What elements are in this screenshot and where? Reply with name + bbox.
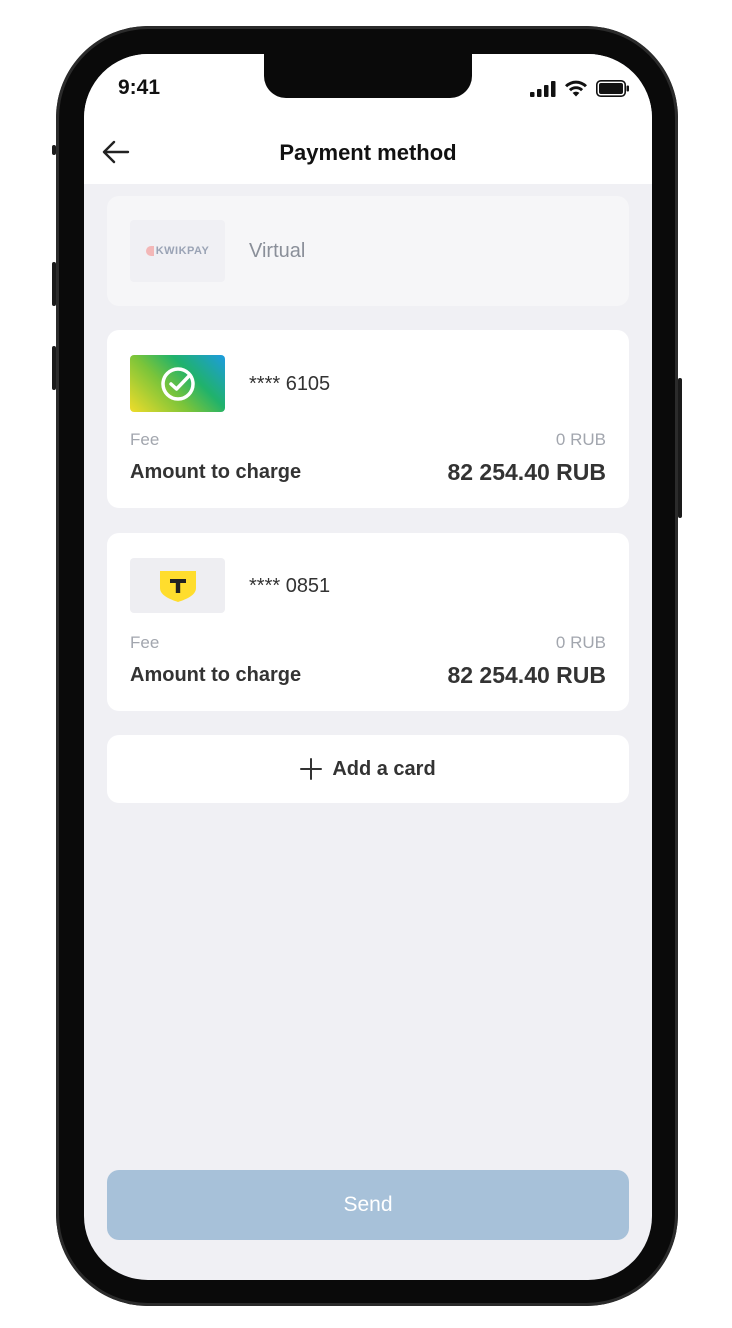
amount-value: 82 254.40 RUB [447,662,606,688]
status-time: 9:41 [118,76,161,99]
card-option-6105[interactable]: **** 6105 Fee 0 RUB Amount to charge 82 … [107,330,629,508]
card-option-0851[interactable]: **** 0851 Fee 0 RUB Amount to charge 82 … [107,533,629,711]
bank-logo-tbank [130,558,225,613]
phone-side-button [52,145,56,155]
virtual-card-label: Virtual [249,240,306,262]
amount-value: 82 254.40 RUB [447,459,606,485]
amount-label: Amount to charge [130,664,302,686]
phone-power-button [678,378,682,518]
check-circle-icon [160,366,195,401]
card-number: **** 0851 [249,575,331,597]
shield-t-icon [159,570,196,602]
phone-volume-up [52,262,56,306]
amount-label: Amount to charge [130,461,302,483]
add-card-label: Add a card [332,757,436,780]
add-card-button[interactable]: Add a card [107,735,629,803]
virtual-card-option[interactable]: KWIKPAY Virtual [107,196,629,306]
phone-screen: 9:41 Payment method KWIKPAY Virtual ****… [84,54,652,1280]
fee-value: 0 RUB [555,633,606,652]
status-icons [530,80,630,97]
card-number: **** 6105 [249,373,331,395]
send-button[interactable]: Send [107,1170,629,1240]
fee-label: Fee [130,633,160,652]
phone-volume-down [52,346,56,390]
wifi-icon [565,80,587,97]
header: Payment method [84,120,652,184]
notch [264,54,472,98]
fee-value: 0 RUB [555,430,606,449]
kwikpay-mark-icon [145,246,154,256]
fee-label: Fee [130,430,160,449]
kwikpay-logo: KWIKPAY [130,220,225,282]
cellular-signal-icon [530,80,556,97]
kwikpay-logo-text: KWIKPAY [155,245,210,257]
plus-icon [300,758,323,780]
page-title: Payment method [279,140,457,165]
battery-icon [596,80,629,97]
bank-logo-sber [130,355,225,412]
